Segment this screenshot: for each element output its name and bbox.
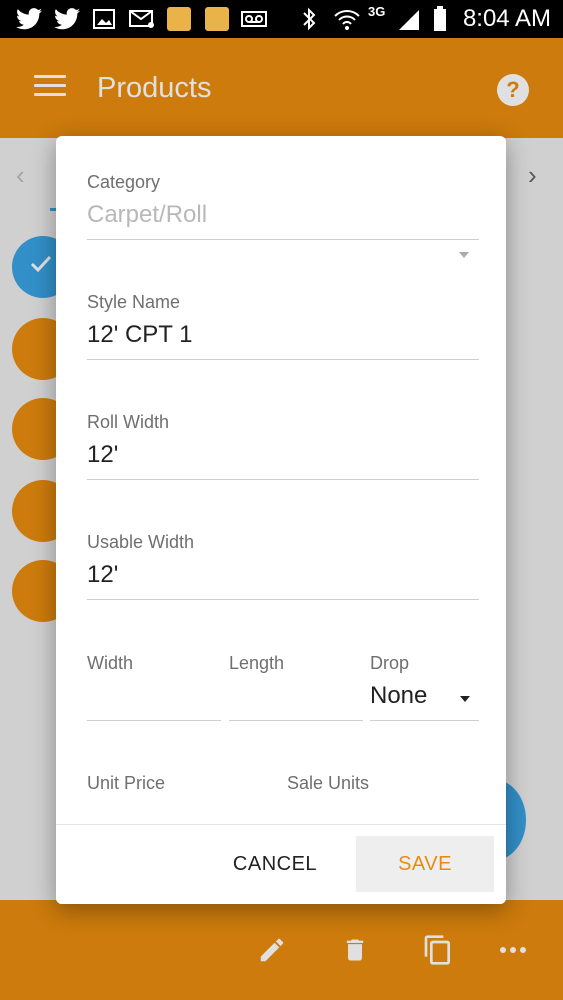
roll-width-label: Roll Width — [87, 412, 170, 432]
save-button[interactable]: SAVE — [356, 836, 494, 892]
roll-width-input[interactable]: 12' — [87, 441, 479, 471]
field-underline — [87, 239, 479, 240]
signal-icon — [396, 6, 422, 32]
drop-field[interactable]: Drop None — [370, 653, 479, 721]
roll-width-field[interactable]: Roll Width 12' — [87, 412, 479, 480]
length-field[interactable]: Length — [229, 653, 363, 721]
field-underline — [87, 720, 221, 721]
field-underline — [87, 599, 479, 600]
field-underline — [370, 720, 479, 721]
dropdown-arrow-icon — [459, 252, 469, 258]
app-icon — [204, 6, 230, 32]
battery-icon — [430, 6, 450, 32]
width-input[interactable] — [87, 682, 221, 712]
width-label: Width — [87, 653, 134, 673]
clock: 8:04 AM — [462, 5, 551, 32]
style-name-field[interactable]: Style Name 12' CPT 1 — [87, 292, 479, 360]
bluetooth-icon — [298, 6, 320, 32]
unit-price-field[interactable]: Unit Price — [87, 773, 277, 794]
width-field[interactable]: Width — [87, 653, 221, 721]
cancel-button[interactable]: CANCEL — [216, 836, 334, 892]
network-type: 3G — [368, 4, 386, 19]
app-icon — [166, 6, 192, 32]
image-icon — [92, 6, 116, 32]
length-input[interactable] — [229, 682, 363, 712]
category-field[interactable]: Category Carpet/Roll — [87, 172, 479, 258]
field-underline — [229, 720, 363, 721]
length-label: Length — [229, 653, 285, 673]
category-value[interactable]: Carpet/Roll — [87, 201, 479, 231]
edit-product-dialog: Category Carpet/Roll Style Name 12' CPT … — [56, 136, 506, 904]
sale-units-label: Sale Units — [287, 773, 370, 793]
style-name-label: Style Name — [87, 292, 181, 312]
footer-divider — [56, 824, 506, 825]
drop-label: Drop — [370, 653, 410, 673]
dropdown-arrow-icon — [460, 696, 470, 702]
wifi-icon — [332, 6, 362, 32]
field-underline — [87, 479, 479, 480]
unit-price-label: Unit Price — [87, 773, 166, 793]
usable-width-field[interactable]: Usable Width 12' — [87, 532, 479, 600]
usable-width-input[interactable]: 12' — [87, 561, 479, 591]
style-name-input[interactable]: 12' CPT 1 — [87, 321, 479, 351]
field-underline — [87, 359, 479, 360]
twitter-icon — [14, 6, 44, 32]
mail-icon — [128, 6, 156, 32]
twitter-icon — [52, 6, 82, 32]
sale-units-field[interactable]: Sale Units — [287, 773, 477, 794]
usable-width-label: Usable Width — [87, 532, 195, 552]
status-bar: 3G 8:04 AM — [0, 0, 563, 38]
category-label: Category — [87, 172, 161, 192]
voicemail-icon — [240, 6, 268, 32]
